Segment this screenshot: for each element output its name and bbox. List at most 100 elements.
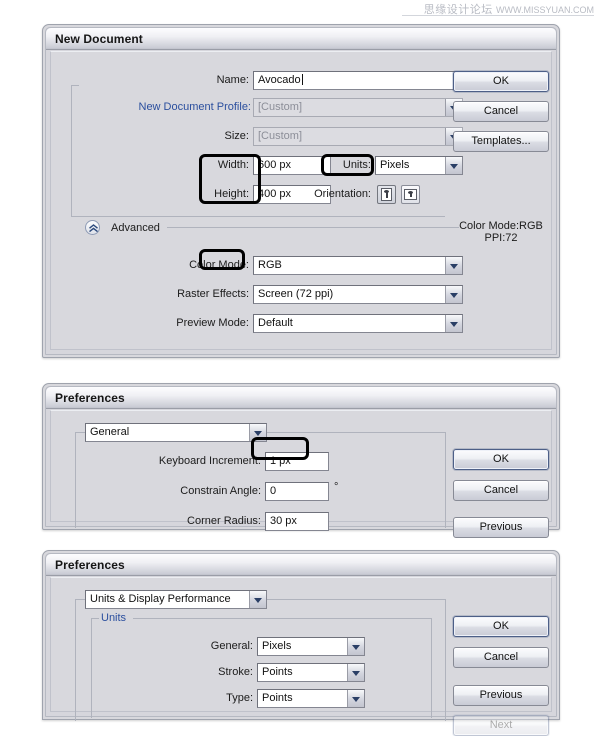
chevron-down-icon[interactable] xyxy=(347,690,364,707)
units-type-value: Points xyxy=(262,692,293,704)
chevron-down-icon[interactable] xyxy=(347,638,364,655)
units-general-combo[interactable]: Pixels xyxy=(257,637,365,656)
preferences-general-cancel-button[interactable]: Cancel xyxy=(453,480,549,501)
name-input-value: Avocado xyxy=(258,74,303,86)
advanced-disclosure-button[interactable] xyxy=(85,220,100,235)
watermark-url-text: WWW.MISSYUAN.COM xyxy=(496,5,594,15)
preferences-general-ok-button[interactable]: OK xyxy=(453,449,549,470)
keyboard-increment-label: Keyboard Increment: xyxy=(158,455,261,467)
constrain-angle-input[interactable]: 0 xyxy=(265,482,329,501)
chevron-down-icon[interactable] xyxy=(445,286,462,303)
constrain-angle-value: 0 xyxy=(270,485,277,497)
general-group-top-right-rule xyxy=(267,432,445,433)
units-outer-right-rule xyxy=(445,599,446,721)
preferences-units-title: Preferences xyxy=(55,558,125,572)
preferences-units-next-button[interactable]: Next xyxy=(453,715,549,736)
name-input[interactable]: Avocado xyxy=(253,71,463,90)
raster-effects-label: Raster Effects: xyxy=(177,288,249,300)
units-type-label: Type: xyxy=(226,692,253,704)
constrain-angle-label: Constrain Angle: xyxy=(180,485,261,497)
color-mode-label: Color Mode: xyxy=(189,259,249,271)
raster-effects-combo[interactable]: Screen (72 ppi) xyxy=(253,285,463,304)
size-value: [Custom] xyxy=(258,130,303,142)
portrait-icon xyxy=(381,188,392,201)
new-document-profile-combo[interactable]: [Custom] xyxy=(253,98,463,117)
preview-mode-label: Preview Mode: xyxy=(176,317,249,329)
preview-mode-combo[interactable]: Default xyxy=(253,314,463,333)
new-document-cancel-button[interactable]: Cancel xyxy=(453,101,549,122)
preferences-general-title: Preferences xyxy=(55,391,125,405)
width-label: Width: xyxy=(217,159,249,171)
preferences-units-body: Units & Display Performance Units Genera… xyxy=(50,577,552,736)
units-group-top-left-rule xyxy=(91,618,99,619)
preferences-general-body: General Keyboard Increment: 1 px Constra… xyxy=(50,410,552,538)
color-mode-value: RGB xyxy=(258,259,282,271)
new-document-ok-button[interactable]: OK xyxy=(453,71,549,92)
new-document-dialog-inner: New Document Name: Avocado New Document … xyxy=(45,27,557,355)
orientation-landscape-button[interactable] xyxy=(401,185,420,204)
chevron-down-icon[interactable] xyxy=(347,664,364,681)
ppi-summary: PPI:72 xyxy=(484,232,518,244)
profile-group-top-left-rule xyxy=(71,85,79,86)
corner-radius-input[interactable]: 30 px xyxy=(265,512,329,531)
preferences-general-inner: Preferences General Keyboard Increment: … xyxy=(45,386,557,538)
new-document-profile-value: [Custom] xyxy=(258,101,303,113)
new-document-titlebar[interactable]: New Document xyxy=(46,28,556,50)
chevron-down-icon[interactable] xyxy=(445,257,462,274)
preferences-general-titlebar[interactable]: Preferences xyxy=(46,387,556,409)
preferences-units-dialog: Preferences Units & Display Performance … xyxy=(42,550,560,736)
new-document-templates-button[interactable]: Templates... xyxy=(453,131,549,152)
height-label: Height: xyxy=(214,188,249,200)
preferences-general-dialog: Preferences General Keyboard Increment: … xyxy=(42,383,560,538)
units-outer-top-right-rule xyxy=(267,599,445,600)
preferences-section-combo[interactable]: General xyxy=(85,423,267,442)
chevron-down-icon[interactable] xyxy=(249,591,266,608)
profile-group-bottom-rule xyxy=(71,216,445,217)
keyboard-increment-input[interactable]: 1 px xyxy=(265,452,329,471)
preferences-units-ok-button[interactable]: OK xyxy=(453,616,549,637)
units-general-value: Pixels xyxy=(262,640,292,652)
size-label: Size: xyxy=(224,130,249,142)
preferences-units-titlebar[interactable]: Preferences xyxy=(46,554,556,576)
preferences-units-inner: Preferences Units & Display Performance … xyxy=(45,553,557,736)
size-combo[interactable]: [Custom] xyxy=(253,127,463,146)
color-mode-combo[interactable]: RGB xyxy=(253,256,463,275)
color-mode-summary: Color Mode:RGB xyxy=(459,220,543,232)
new-document-dialog: New Document Name: Avocado New Document … xyxy=(42,24,560,358)
units-general-label: General: xyxy=(210,640,253,652)
watermark-cn-text: 思缘设计论坛 xyxy=(423,3,493,16)
general-group-top-left-rule xyxy=(75,432,85,433)
double-chevron-up-icon xyxy=(89,224,98,233)
units-label: Units: xyxy=(342,159,371,171)
units-outer-left-rule xyxy=(75,599,76,721)
units-combo[interactable]: Pixels xyxy=(375,156,463,175)
preferences-units-section-combo[interactable]: Units & Display Performance xyxy=(85,590,267,609)
preferences-section-value: General xyxy=(90,426,130,438)
units-type-combo[interactable]: Points xyxy=(257,689,365,708)
raster-effects-value: Screen (72 ppi) xyxy=(258,288,334,300)
keyboard-increment-value: 1 px xyxy=(270,455,291,467)
name-label: Name: xyxy=(216,74,249,86)
chevron-down-icon[interactable] xyxy=(249,424,266,441)
chevron-down-icon[interactable] xyxy=(445,315,462,332)
advanced-rule xyxy=(167,227,459,228)
new-document-body: Name: Avocado New Document Profile: [Cus… xyxy=(50,51,552,350)
preferences-units-previous-button[interactable]: Previous xyxy=(453,685,549,706)
units-group-top-right-rule xyxy=(133,618,431,619)
constrain-angle-unit: ° xyxy=(334,481,339,493)
preferences-general-previous-button[interactable]: Previous xyxy=(453,517,549,538)
units-stroke-label: Stroke: xyxy=(218,666,253,678)
corner-radius-label: Corner Radius: xyxy=(187,515,261,527)
general-group-left-rule xyxy=(75,432,76,528)
preview-mode-value: Default xyxy=(258,317,293,329)
units-stroke-combo[interactable]: Points xyxy=(257,663,365,682)
units-value: Pixels xyxy=(380,159,410,171)
general-group-right-rule xyxy=(445,432,446,528)
new-document-title: New Document xyxy=(55,32,143,46)
orientation-portrait-button[interactable] xyxy=(377,185,396,204)
orientation-label: Orientation: xyxy=(314,188,371,200)
chevron-down-icon[interactable] xyxy=(445,157,462,174)
preferences-units-cancel-button[interactable]: Cancel xyxy=(453,647,549,668)
preferences-units-section-value: Units & Display Performance xyxy=(90,593,231,605)
units-group-left-rule xyxy=(91,618,92,718)
